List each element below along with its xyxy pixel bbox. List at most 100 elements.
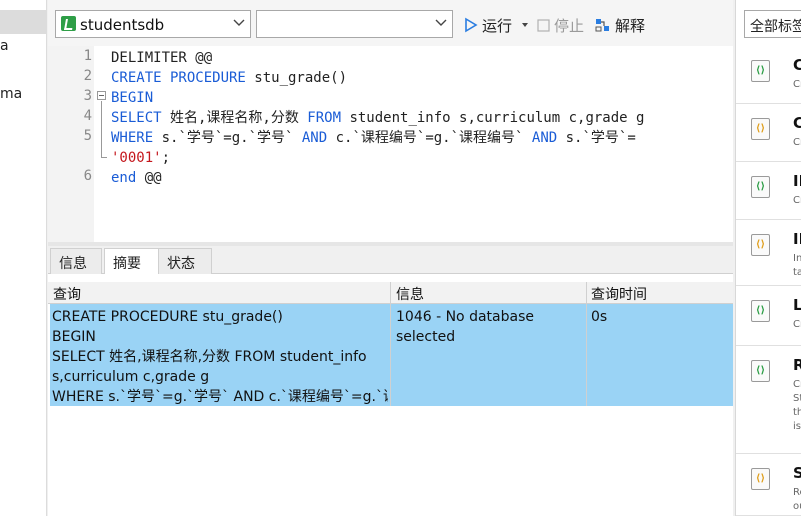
sql-text: s.`学号`= xyxy=(557,130,636,146)
snippet-icon: ⟨⟩ xyxy=(751,360,770,382)
explain-button[interactable]: 解释 xyxy=(595,14,645,36)
tab-info[interactable]: 信息 xyxy=(50,248,102,274)
column-header-time[interactable]: 查询时间 xyxy=(591,284,647,304)
column-header-query[interactable]: 查询 xyxy=(53,284,81,304)
snippet-item[interactable]: ⟨⟩ S Re ou xyxy=(736,454,801,516)
snippet-item[interactable]: ⟨⟩ L Cr xyxy=(736,286,801,346)
sql-keyword: end xyxy=(111,170,137,186)
query-line: s,curriculum c,grade g xyxy=(52,369,210,385)
code-line: SELECT 姓名,课程名称,分数 FROM student_info s,cu… xyxy=(111,108,644,128)
sql-text: ; xyxy=(161,150,171,166)
code-line: CREATE PROCEDURE stu_grade() xyxy=(111,68,347,88)
snippet-item[interactable]: ⟨⟩ C Cr xyxy=(736,104,801,162)
snippet-item[interactable]: ⟨⟩ II In ta xyxy=(736,220,801,286)
snippet-item[interactable]: ⟨⟩ R Cr St th is xyxy=(736,346,801,454)
snippet-title: II xyxy=(793,172,801,190)
sql-text: student_info s,curriculum c,grade g xyxy=(341,110,645,126)
tab-label: 摘要 xyxy=(113,256,141,272)
column-divider[interactable] xyxy=(586,282,587,406)
snippet-item[interactable]: ⟨⟩ C Cr xyxy=(736,46,801,104)
tree-item[interactable]: a xyxy=(0,38,9,54)
tag-filter-value: 全部标签 xyxy=(750,19,801,35)
sql-text: @@ xyxy=(136,170,162,186)
snippet-title: II xyxy=(793,230,801,248)
query-cell: CREATE PROCEDURE stu_grade() BEGIN SELEC… xyxy=(52,307,388,407)
caret-down-icon[interactable] xyxy=(520,20,530,30)
query-line: WHERE s.`学号`=g.`学号` AND c.`课程编号`=g.`课 xyxy=(52,389,388,405)
chevron-down-icon xyxy=(233,19,245,26)
tab-status[interactable]: 状态 xyxy=(158,248,212,274)
snippet-description: Cr xyxy=(793,195,801,206)
line-number: 2 xyxy=(83,68,92,84)
sql-editor[interactable]: 1 2 3 4 5 6 DELIMITER @@ CREATE PROCEDURE… xyxy=(48,46,733,242)
tab-summary[interactable]: 摘要 xyxy=(104,248,160,275)
play-icon xyxy=(465,17,478,33)
object-tree-panel: a ma xyxy=(0,0,47,516)
time-cell: 0s xyxy=(591,309,608,325)
sql-keyword: FROM xyxy=(307,110,342,126)
column-divider[interactable] xyxy=(390,282,391,406)
code-line: BEGIN xyxy=(111,88,153,108)
snippet-description: Cr xyxy=(793,319,801,330)
sql-keyword: CREATE PROCEDURE xyxy=(111,70,246,86)
line-number-gutter: 1 2 3 4 5 6 xyxy=(48,46,94,242)
snippet-description: Cr xyxy=(793,79,801,90)
sql-keyword: WHERE xyxy=(111,130,154,146)
stop-icon xyxy=(537,18,550,32)
schema-select[interactable] xyxy=(256,10,453,38)
snippet-description: th xyxy=(793,407,801,418)
database-select[interactable]: studentsdb xyxy=(55,10,251,38)
snippet-description: Re xyxy=(793,487,801,498)
sql-text: 姓名,课程名称,分数 xyxy=(161,110,308,126)
sql-keyword: SELECT xyxy=(111,110,162,126)
column-header-info[interactable]: 信息 xyxy=(396,284,424,304)
snippet-icon: ⟨⟩ xyxy=(751,60,770,82)
line-number: 1 xyxy=(83,48,92,64)
query-line: SELECT 姓名,课程名称,分数 FROM student_info xyxy=(52,349,367,365)
stop-label: 停止 xyxy=(554,16,585,35)
stop-button[interactable]: 停止 xyxy=(537,14,584,36)
tree-item[interactable]: ma xyxy=(0,86,22,102)
snippet-description: St xyxy=(793,393,801,404)
code-line: WHERE s.`学号`=g.`学号` AND c.`课程编号`=g.`课程编号… xyxy=(111,128,636,148)
query-line: CREATE PROCEDURE stu_grade() xyxy=(52,309,283,325)
snippet-description: In xyxy=(793,253,801,264)
tag-filter-select[interactable]: 全部标签 xyxy=(744,10,801,38)
snippet-description: Cr xyxy=(793,137,801,148)
info-line: 1046 - No database xyxy=(396,309,534,325)
snippet-item[interactable]: ⟨⟩ II Cr xyxy=(736,162,801,220)
sql-text: c.`课程编号`=g.`课程编号` xyxy=(327,130,532,146)
snippet-icon: ⟨⟩ xyxy=(751,234,770,256)
line-number: 5 xyxy=(83,128,92,144)
tab-label: 状态 xyxy=(167,256,195,272)
fold-guide xyxy=(101,101,102,158)
snippet-title: L xyxy=(793,296,801,314)
info-cell: 1046 - No database selected xyxy=(396,307,584,347)
sql-keyword: AND xyxy=(301,130,328,146)
code-line: DELIMITER @@ xyxy=(111,48,212,68)
fold-toggle-icon[interactable] xyxy=(97,91,106,100)
snippet-description: ta xyxy=(793,267,801,278)
database-select-value: studentsdb xyxy=(80,16,165,34)
code-line: end @@ xyxy=(111,168,162,188)
sql-keyword: BEGIN xyxy=(111,90,154,106)
snippet-description: is xyxy=(793,421,801,432)
result-grid: 查询 信息 查询时间 CREATE PROCEDURE stu_grade() … xyxy=(48,274,733,516)
query-toolbar: studentsdb 运行 停止 解释 xyxy=(48,0,733,46)
snippet-icon: ⟨⟩ xyxy=(751,300,770,322)
line-number: 6 xyxy=(83,168,92,184)
sql-text: stu_grade() xyxy=(245,70,348,86)
code-line: '0001'; xyxy=(111,148,170,168)
sql-keyword: AND xyxy=(531,130,558,146)
snippet-icon: ⟨⟩ xyxy=(751,118,770,140)
sql-text: DELIMITER @@ xyxy=(111,50,213,66)
info-line: selected xyxy=(396,329,456,345)
run-button[interactable]: 运行 xyxy=(464,14,530,36)
run-label: 运行 xyxy=(482,16,513,35)
snippet-title: C xyxy=(793,56,801,74)
database-icon xyxy=(61,16,76,31)
selected-tree-row[interactable] xyxy=(0,10,46,34)
sql-string: '0001' xyxy=(111,150,162,166)
table-row[interactable]: CREATE PROCEDURE stu_grade() BEGIN SELEC… xyxy=(50,304,733,406)
sql-text: s.`学号`=g.`学号` xyxy=(153,130,302,146)
